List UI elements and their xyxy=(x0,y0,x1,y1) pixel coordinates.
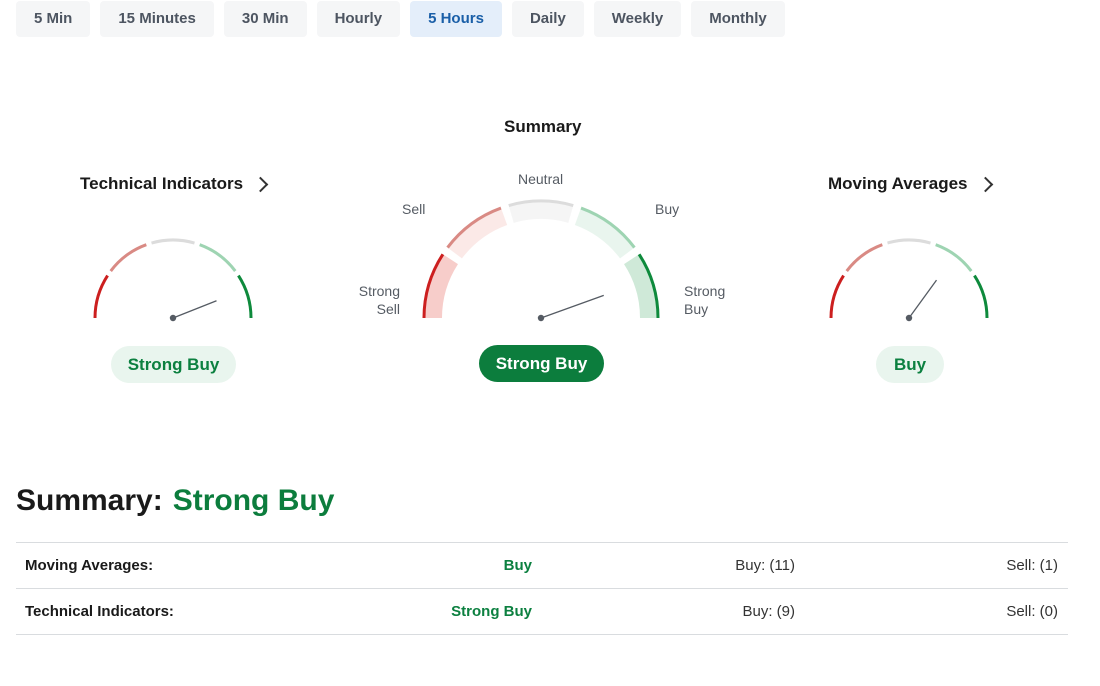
gauge-needle xyxy=(172,300,217,319)
gauge-needle xyxy=(908,279,938,319)
moving-averages-gauge xyxy=(829,238,989,322)
gauge-label-sell: Sell xyxy=(402,201,426,217)
gauge-arc-buy xyxy=(199,243,237,272)
row-rating: Strong Buy xyxy=(451,603,532,620)
gauge-pivot xyxy=(169,314,177,322)
table-row: Technical Indicators: Strong Buy Buy: (9… xyxy=(16,589,1068,635)
gauge-arc-strong-sell xyxy=(93,274,109,319)
gauge-pivot xyxy=(905,314,913,322)
gauge-arc-strong-sell xyxy=(829,274,845,319)
technical-indicators-gauge xyxy=(93,238,253,322)
gauge-label-strong-sell: Strong Sell xyxy=(358,283,400,317)
row-sell-count: Sell: (0) xyxy=(1006,603,1058,620)
technical-indicators-title[interactable]: Technical Indicators xyxy=(80,174,243,194)
gauge-label-strong-buy: Strong Buy xyxy=(684,283,726,317)
summary-gauge-rating: Strong Buy xyxy=(479,345,604,382)
summary-gauge xyxy=(422,199,660,322)
table-row: Moving Averages: Buy Buy: (11) Sell: (1) xyxy=(16,543,1068,589)
moving-averages-rating: Buy xyxy=(876,346,944,383)
gauge-zone-sell xyxy=(447,208,508,259)
summary-gauge-title: Summary xyxy=(504,117,582,136)
gauge-pivot xyxy=(537,314,545,322)
gauge-arc-strong-buy xyxy=(973,274,989,319)
gauge-needle xyxy=(540,294,604,319)
gauge-arc-sell xyxy=(845,243,883,272)
summary-table: Moving Averages: Buy Buy: (11) Sell: (1)… xyxy=(16,542,1068,635)
moving-averages-title[interactable]: Moving Averages xyxy=(828,174,968,194)
row-buy-count: Buy: (11) xyxy=(735,557,795,574)
gauges-section: Technical Indicators Strong Buy Summary … xyxy=(0,0,1100,420)
summary-heading-label: Summary: xyxy=(16,484,163,517)
row-name: Technical Indicators: xyxy=(25,603,174,620)
gauge-arc-neutral xyxy=(887,238,931,245)
gauge-label-neutral: Neutral xyxy=(518,171,564,187)
row-rating: Buy xyxy=(503,557,532,574)
row-name: Moving Averages: xyxy=(25,557,154,574)
gauge-arc-strong-buy xyxy=(237,274,253,319)
gauge-arc-neutral xyxy=(151,238,195,245)
gauge-zone-buy xyxy=(574,208,635,259)
summary-heading: Summary: Strong Buy xyxy=(16,484,334,518)
gauge-arc-buy xyxy=(935,243,973,272)
row-buy-count: Buy: (9) xyxy=(742,603,795,620)
technical-indicators-rating: Strong Buy xyxy=(111,346,236,383)
gauge-label-buy: Buy xyxy=(655,201,680,217)
summary-heading-value: Strong Buy xyxy=(172,484,335,517)
gauge-arc-sell xyxy=(109,243,147,272)
row-sell-count: Sell: (1) xyxy=(1006,557,1058,574)
